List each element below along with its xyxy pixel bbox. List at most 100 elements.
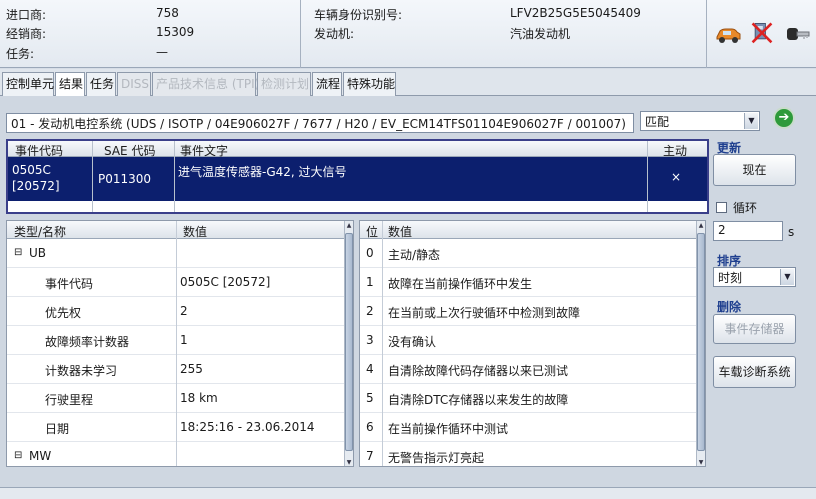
bit-index: 1 [366, 275, 374, 289]
loop-checkbox[interactable] [716, 202, 727, 213]
key-icon [787, 28, 810, 40]
row-name: 计数器未学习 [45, 364, 118, 378]
header-divider [706, 0, 707, 68]
go-arrow-button[interactable]: ➔ [773, 107, 795, 129]
engine-label: 发动机: [314, 27, 355, 41]
now-button[interactable]: 现在 [713, 154, 796, 186]
arrow-right-icon: ➔ [778, 110, 790, 125]
header-divider [300, 0, 301, 68]
collapse-icon[interactable]: ⊟ [14, 247, 22, 258]
col-bit-value[interactable]: 数值 [388, 223, 412, 240]
match-select-value: 匹配 [645, 115, 670, 129]
scroll-down-icon[interactable]: ▼ [697, 458, 705, 466]
scroll-thumb[interactable] [345, 233, 353, 451]
bit-index: 4 [366, 362, 374, 376]
importer-value: 758 [156, 6, 179, 20]
bit-text: 在当前操作循环中测试 [388, 422, 509, 436]
delete-label: 删除 [717, 300, 742, 314]
event-code-line1: 0505C [12, 163, 51, 177]
table-row[interactable]: 6 在当前操作循环中测试 [360, 413, 696, 442]
group-label: MW [29, 449, 52, 463]
vin-value: LFV2B25G5E5045409 [510, 6, 641, 20]
tab-special-functions[interactable]: 特殊功能 [343, 72, 396, 96]
row-name: 优先权 [45, 306, 82, 320]
vehicle-info-header: 进口商: 758 经销商: 15309 任务: — 车辆身份识别号: LFV2B… [0, 0, 816, 68]
scroll-thumb[interactable] [697, 233, 705, 451]
bits-table-header: 位 数值 [360, 221, 696, 239]
scroll-down-icon[interactable]: ▼ [345, 458, 353, 466]
bit-text: 无警告指示灯亮起 [388, 451, 485, 465]
results-panel: 01 - 发动机电控系统 (UDS / ISOTP / 04E906027F /… [0, 96, 816, 499]
bit-text: 自清除DTC存储器以来发生的故障 [388, 393, 569, 407]
table-row[interactable]: 7 无警告指示灯亮起 [360, 442, 696, 466]
bit-text: 自清除故障代码存储器以来已测试 [388, 364, 569, 378]
interval-input[interactable]: 2 [713, 221, 783, 241]
event-sae-code: P011300 [98, 172, 152, 186]
vehicle-diagnosis-button[interactable]: 车载诊断系统 [713, 356, 796, 388]
tab-control-units[interactable]: 控制单元 [2, 72, 54, 96]
chevron-down-icon[interactable]: ▼ [744, 113, 758, 129]
status-bits-table: 位 数值 0 主动/静态 1 故障在当前操作循环中发生 2 在当前或上次行驶循环… [359, 220, 706, 467]
interval-unit: s [788, 225, 795, 239]
table-row[interactable]: 3 没有确认 [360, 326, 696, 355]
col-type-name[interactable]: 类型/名称 [14, 223, 66, 240]
sort-select[interactable]: 时刻 ▼ [713, 267, 796, 287]
task-value: — [156, 45, 168, 59]
tab-results[interactable]: 结果 [55, 72, 85, 97]
bit-text: 没有确认 [388, 335, 437, 349]
event-active-mark: × [671, 170, 682, 184]
collapse-icon[interactable]: ⊟ [14, 450, 22, 461]
scroll-up-icon[interactable]: ▲ [345, 221, 353, 231]
row-value: 1 [180, 333, 188, 347]
row-value: 18:25:16 - 23.06.2014 [180, 420, 315, 434]
column-divider [176, 221, 177, 466]
tab-tasks[interactable]: 任务 [86, 72, 116, 96]
control-unit-select[interactable]: 01 - 发动机电控系统 (UDS / ISOTP / 04E906027F /… [6, 113, 634, 133]
event-row-selected[interactable]: 0505C [20572] P011300 进气温度传感器-G42, 过大信号 … [8, 157, 707, 201]
column-divider [92, 141, 93, 212]
tab-process[interactable]: 流程 [312, 72, 342, 96]
loop-label: 循环 [733, 201, 758, 215]
match-select[interactable]: 匹配 ▼ [640, 111, 760, 131]
row-name: 故障频率计数器 [45, 335, 130, 349]
status-bar [0, 487, 816, 499]
row-name: 行驶里程 [45, 393, 94, 407]
bit-index: 7 [366, 449, 374, 463]
tab-tpi[interactable]: 产品技术信息 (TPI) [152, 72, 259, 96]
tab-test-plan[interactable]: 检测计划 [257, 72, 311, 96]
disconnected-icon [751, 22, 773, 44]
col-bit[interactable]: 位 [366, 223, 378, 240]
table-row[interactable]: 4 自清除故障代码存储器以来已测试 [360, 355, 696, 384]
detail-scrollbar[interactable]: ▲ ▼ [344, 221, 353, 466]
bit-index: 0 [366, 246, 374, 260]
bit-index: 5 [366, 391, 374, 405]
chevron-down-icon[interactable]: ▼ [780, 269, 794, 285]
tab-bar: 控制单元 结果 任务 DISS 产品技术信息 (TPI) 检测计划 流程 特殊功… [0, 69, 816, 97]
detail-table: 类型/名称 数值 ⊟ UB 事件代码 0505C [20572] 优先权 2 故… [6, 220, 354, 467]
column-divider [382, 221, 383, 466]
bits-scrollbar[interactable]: ▲ ▼ [696, 221, 705, 466]
dealer-label: 经销商: [6, 27, 47, 41]
row-value: 18 km [180, 391, 218, 405]
row-name: 日期 [45, 422, 70, 436]
bit-index: 2 [366, 304, 374, 318]
column-divider [647, 141, 648, 212]
row-value: 2 [180, 304, 188, 318]
car-icon [716, 28, 741, 43]
tab-diss[interactable]: DISS [117, 72, 151, 96]
scroll-up-icon[interactable]: ▲ [697, 221, 705, 231]
engine-value: 汽油发动机 [510, 27, 571, 41]
col-value[interactable]: 数值 [183, 223, 207, 240]
table-row[interactable]: 2 在当前或上次行驶循环中检测到故障 [360, 297, 696, 326]
event-memory-button[interactable]: 事件存储器 [713, 314, 796, 344]
event-table: 事件代码 SAE 代码 事件文字 主动 0505C [20572] P01130… [6, 139, 709, 214]
event-text: 进气温度传感器-G42, 过大信号 [178, 165, 347, 179]
event-code-line2: [20572] [12, 179, 60, 193]
table-row[interactable]: 5 自清除DTC存储器以来发生的故障 [360, 384, 696, 413]
table-row[interactable]: 1 故障在当前操作循环中发生 [360, 268, 696, 297]
table-row[interactable]: 0 主动/静态 [360, 239, 696, 268]
task-label: 任务: [6, 47, 35, 61]
event-table-header: 事件代码 SAE 代码 事件文字 主动 [8, 141, 707, 158]
group-label: UB [29, 246, 47, 260]
bit-index: 3 [366, 333, 374, 347]
